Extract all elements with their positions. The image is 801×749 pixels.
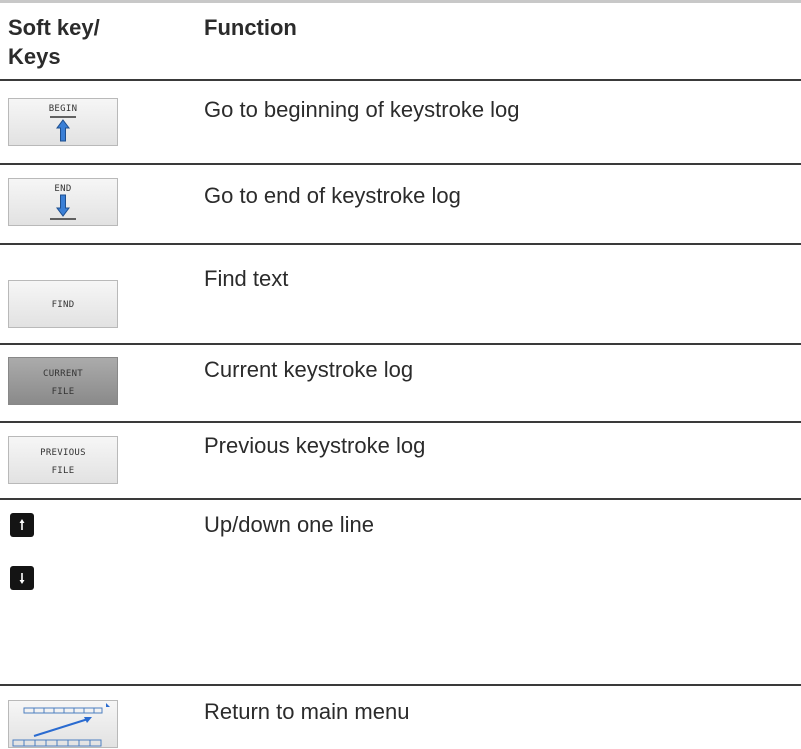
- row-rule: [0, 343, 801, 345]
- previous-softkey-label: PREVIOUS: [40, 448, 86, 458]
- function-begin: Go to beginning of keystroke log: [204, 97, 520, 122]
- current-softkey-label: CURRENT: [42, 369, 84, 379]
- arrow-up-key-icon[interactable]: [10, 513, 34, 537]
- arrow-down-key-icon[interactable]: [10, 566, 34, 590]
- header-function: Function: [204, 15, 297, 40]
- function-up-down: Up/down one line: [204, 512, 375, 537]
- end-softkey[interactable]: END: [8, 178, 118, 226]
- row-rule: [0, 163, 801, 165]
- function-previous: Previous keystroke log: [204, 433, 426, 458]
- header-keys-label: Keys: [8, 44, 61, 69]
- row-rule: [0, 684, 801, 686]
- function-find: Find text: [204, 266, 289, 291]
- row-rule: [0, 243, 801, 245]
- file-softkey-label: FILE: [51, 466, 75, 476]
- main-menu-softkey[interactable]: [8, 700, 118, 748]
- arrow-down-to-line-icon: [50, 194, 76, 220]
- header-softkey-keys: Soft key/ Keys: [8, 13, 148, 71]
- function-main-menu: Return to main menu: [204, 699, 410, 724]
- find-softkey-label: FIND: [51, 300, 75, 310]
- return-to-main-menu-icon: [12, 703, 110, 747]
- previous-file-softkey[interactable]: PREVIOUS FILE: [8, 436, 118, 484]
- function-current: Current keystroke log: [204, 357, 414, 382]
- top-rule: [0, 0, 801, 3]
- begin-softkey[interactable]: BEGIN: [8, 98, 118, 146]
- function-end: Go to end of keystroke log: [204, 183, 461, 208]
- header-rule: [0, 79, 801, 81]
- find-softkey[interactable]: FIND: [8, 280, 118, 328]
- row-rule: [0, 498, 801, 500]
- row-rule: [0, 421, 801, 423]
- file-softkey-label: FILE: [51, 387, 75, 397]
- arrow-up-to-line-icon: [50, 116, 76, 142]
- header-softkey-label: Soft key/: [8, 15, 100, 40]
- current-file-softkey[interactable]: CURRENT FILE: [8, 357, 118, 405]
